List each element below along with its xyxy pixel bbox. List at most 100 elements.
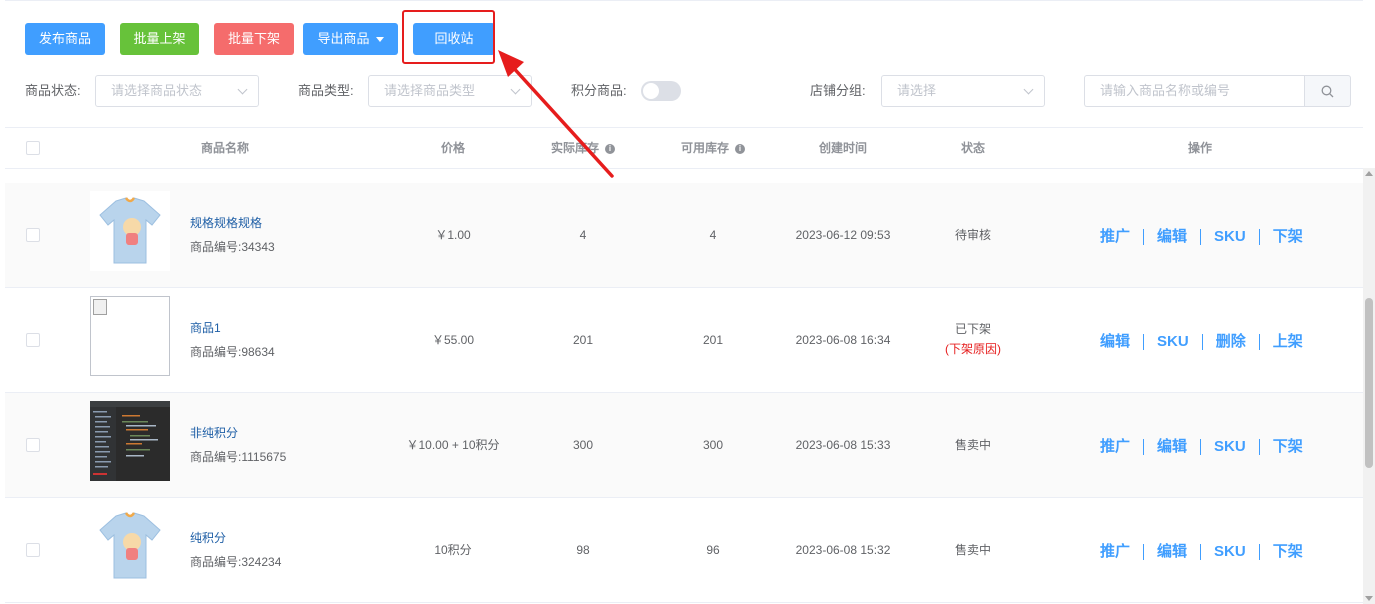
broken-image-icon <box>93 299 107 315</box>
price-cell: ￥55.00 <box>431 333 475 347</box>
edit-link[interactable]: 编辑 <box>1144 543 1202 560</box>
available-stock-cell: 96 <box>706 543 720 557</box>
edit-link[interactable]: 编辑 <box>1144 228 1202 245</box>
off-shelf-link[interactable]: 下架 <box>1260 438 1316 455</box>
row-operations: 推广 编辑 SKU 下架 <box>1100 183 1316 288</box>
header-price: 价格 <box>440 141 465 155</box>
batch-off-shelf-button[interactable]: 批量下架 <box>214 23 294 55</box>
promote-link[interactable]: 推广 <box>1100 228 1145 245</box>
edit-link[interactable]: 编辑 <box>1144 438 1202 455</box>
status-cell: 已下架 (下架原因) <box>923 319 1023 359</box>
status-text: 已下架 <box>954 322 991 336</box>
chevron-down-icon <box>510 84 521 95</box>
off-shelf-link[interactable]: 下架 <box>1260 228 1316 245</box>
status-cell: 售卖中 <box>954 438 991 452</box>
actual-stock-cell: 98 <box>576 543 590 557</box>
created-cell: 2023-06-12 09:53 <box>795 228 891 242</box>
row-checkbox[interactable] <box>26 543 40 557</box>
group-filter-select[interactable]: 请选择 <box>881 75 1045 107</box>
row-checkbox[interactable] <box>26 333 40 347</box>
export-label: 导出商品 <box>317 31 370 46</box>
type-filter-select[interactable]: 请选择商品类型 <box>368 75 532 107</box>
vertical-scrollbar[interactable] <box>1363 168 1375 604</box>
on-shelf-link[interactable]: 上架 <box>1260 333 1316 350</box>
available-stock-cell: 300 <box>702 438 724 452</box>
tshirt-thumbnail[interactable] <box>90 506 170 586</box>
status-filter-select[interactable]: 请选择商品状态 <box>95 75 259 107</box>
status-filter-label: 商品状态: <box>25 83 81 98</box>
type-filter-placeholder: 请选择商品类型 <box>384 83 476 98</box>
export-products-button[interactable]: 导出商品 <box>303 23 398 55</box>
price-cell: ￥1.00 <box>435 228 471 242</box>
header-available-stock-label: 可用库存 <box>680 141 729 155</box>
actual-stock-cell: 300 <box>572 438 594 452</box>
product-list-page: 发布商品 批量上架 批量下架 导出商品 回收站 商品状态: 请选择商品状态 商品… <box>5 0 1363 604</box>
product-name-link[interactable]: 商品1 <box>190 319 221 336</box>
header-ops: 操作 <box>1187 141 1212 155</box>
product-code: 商品编号:98634 <box>190 345 275 359</box>
tshirt-thumbnail[interactable] <box>90 191 170 271</box>
available-stock-cell: 4 <box>709 228 717 242</box>
off-shelf-reason-link[interactable]: (下架原因) <box>923 339 1023 359</box>
toggle-knob <box>643 83 659 99</box>
row-operations: 编辑 SKU 删除 上架 <box>1100 288 1316 393</box>
actual-stock-cell: 201 <box>572 333 594 347</box>
status-cell: 待审核 <box>954 228 991 242</box>
search-placeholder: 请输入商品名称或编号 <box>1100 83 1231 98</box>
info-icon[interactable]: i <box>605 143 615 154</box>
broken-image-thumbnail[interactable] <box>90 296 170 376</box>
off-shelf-link[interactable]: 下架 <box>1260 543 1316 560</box>
chevron-down-icon <box>1023 84 1034 95</box>
chevron-down-icon <box>237 84 248 95</box>
product-name-link[interactable]: 非纯积分 <box>190 424 238 441</box>
row-checkbox[interactable] <box>26 228 40 242</box>
product-code: 商品编号:34343 <box>190 240 275 254</box>
group-filter-label: 店铺分组: <box>810 83 866 98</box>
product-name-link[interactable]: 规格规格规格 <box>190 214 262 231</box>
scrollbar-thumb[interactable] <box>1365 298 1373 468</box>
search-input[interactable]: 请输入商品名称或编号 <box>1084 75 1305 107</box>
header-created: 创建时间 <box>818 141 867 155</box>
scroll-down-arrow-icon[interactable] <box>1365 596 1373 601</box>
caret-down-icon <box>375 37 384 43</box>
price-cell: 10积分 <box>434 543 472 557</box>
sku-link[interactable]: SKU <box>1144 333 1203 350</box>
product-code: 商品编号:1115675 <box>190 450 287 464</box>
table-row: 非纯积分 商品编号:1115675 ￥10.00 + 10积分 300 300 … <box>5 393 1363 498</box>
edit-link[interactable]: 编辑 <box>1100 333 1145 350</box>
search-button[interactable] <box>1304 75 1351 107</box>
row-checkbox[interactable] <box>26 438 40 452</box>
points-product-toggle[interactable] <box>641 81 681 101</box>
sku-link[interactable]: SKU <box>1201 228 1260 245</box>
product-code: 商品编号:324234 <box>190 555 282 569</box>
sku-link[interactable]: SKU <box>1201 543 1260 560</box>
status-cell: 售卖中 <box>954 543 991 557</box>
product-name-link[interactable]: 纯积分 <box>190 529 226 546</box>
status-filter-placeholder: 请选择商品状态 <box>111 83 203 98</box>
created-cell: 2023-06-08 15:32 <box>795 543 891 557</box>
table-row: 商品1 商品编号:98634 ￥55.00 201 201 2023-06-08… <box>5 288 1363 393</box>
created-cell: 2023-06-08 15:33 <box>795 438 891 452</box>
actual-stock-cell: 4 <box>579 228 587 242</box>
price-cell: ￥10.00 + 10积分 <box>406 438 500 452</box>
header-actual-stock-label: 实际库存 <box>550 141 599 155</box>
type-filter-label: 商品类型: <box>298 83 354 98</box>
table-header: 商品名称 价格 实际库存 i 可用库存 i 创建时间 状态 操作 <box>5 127 1363 169</box>
header-status: 状态 <box>960 141 985 155</box>
available-stock-cell: 201 <box>702 333 724 347</box>
table-row: 纯积分 商品编号:324234 10积分 98 96 2023-06-08 15… <box>5 498 1363 603</box>
points-filter-label: 积分商品: <box>571 83 627 98</box>
search-icon <box>1321 85 1334 98</box>
screenshot-thumbnail[interactable] <box>90 401 170 481</box>
batch-on-shelf-button[interactable]: 批量上架 <box>120 23 199 55</box>
sku-link[interactable]: SKU <box>1201 438 1260 455</box>
row-operations: 推广 编辑 SKU 下架 <box>1100 393 1316 498</box>
delete-link[interactable]: 删除 <box>1203 333 1260 350</box>
publish-product-button[interactable]: 发布商品 <box>25 23 105 55</box>
promote-link[interactable]: 推广 <box>1100 438 1145 455</box>
select-all-checkbox[interactable] <box>26 141 40 155</box>
scroll-up-arrow-icon[interactable] <box>1365 171 1373 176</box>
header-name: 商品名称 <box>200 141 249 155</box>
info-icon[interactable]: i <box>735 143 745 154</box>
promote-link[interactable]: 推广 <box>1100 543 1145 560</box>
